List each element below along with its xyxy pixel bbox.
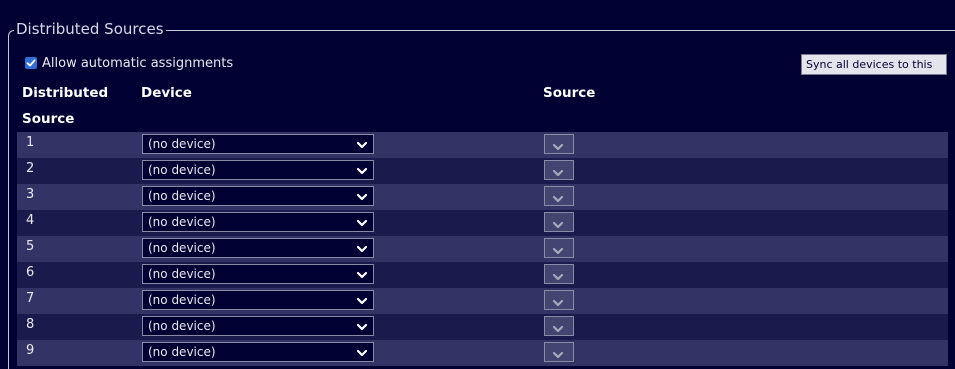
chevron-down-icon: [356, 271, 368, 279]
chevron-down-icon: [356, 193, 368, 201]
device-select[interactable]: (no device): [142, 290, 374, 310]
device-select[interactable]: (no device): [142, 342, 374, 362]
source-select[interactable]: [544, 212, 574, 232]
chevron-down-icon: [356, 138, 368, 156]
device-select[interactable]: (no device): [142, 134, 374, 154]
sync-all-devices-button[interactable]: Sync all devices to this: [801, 54, 947, 75]
device-select-value: (no device): [148, 319, 216, 333]
row-number: 1: [26, 135, 35, 150]
device-select-value: (no device): [148, 137, 216, 151]
chevron-down-icon: [356, 164, 368, 182]
source-select[interactable]: [544, 316, 574, 336]
header-source: Source: [543, 85, 596, 101]
chevron-down-icon: [552, 221, 564, 229]
device-select-value: (no device): [148, 293, 216, 307]
chevron-down-icon: [552, 242, 564, 261]
device-select[interactable]: (no device): [142, 212, 374, 232]
table-row: 6 (no device): [17, 262, 948, 288]
chevron-down-icon: [356, 167, 368, 175]
checkmark-icon: [26, 59, 36, 67]
fieldset-legend: Distributed Sources: [14, 20, 166, 38]
chevron-down-icon: [356, 219, 368, 227]
row-number: 6: [26, 265, 35, 280]
row-number: 4: [26, 213, 35, 228]
source-select[interactable]: [544, 186, 574, 206]
chevron-down-icon: [552, 325, 564, 333]
chevron-down-icon: [552, 247, 564, 255]
row-number: 5: [26, 239, 35, 254]
row-number: 2: [26, 161, 35, 176]
chevron-down-icon: [356, 245, 368, 253]
chevron-down-icon: [552, 164, 564, 183]
table-row: 2 (no device): [17, 158, 948, 184]
device-select-value: (no device): [148, 215, 216, 229]
device-select-value: (no device): [148, 267, 216, 281]
chevron-down-icon: [356, 141, 368, 149]
chevron-down-icon: [552, 299, 564, 307]
chevron-down-icon: [552, 346, 564, 365]
chevron-down-icon: [356, 346, 368, 364]
chevron-down-icon: [356, 349, 368, 357]
chevron-down-icon: [552, 169, 564, 177]
chevron-down-icon: [552, 190, 564, 209]
source-select[interactable]: [544, 342, 574, 362]
chevron-down-icon: [356, 297, 368, 305]
allow-automatic-assignments-row[interactable]: Allow automatic assignments: [25, 55, 233, 71]
source-select[interactable]: [544, 238, 574, 258]
chevron-down-icon: [552, 268, 564, 287]
device-select-value: (no device): [148, 345, 216, 359]
chevron-down-icon: [552, 216, 564, 235]
chevron-down-icon: [356, 242, 368, 260]
allow-automatic-assignments-checkbox[interactable]: [25, 57, 37, 69]
source-select[interactable]: [544, 264, 574, 284]
chevron-down-icon: [552, 294, 564, 313]
table-row: 1 (no device): [17, 132, 948, 158]
table-row: 5 (no device): [17, 236, 948, 262]
distributed-sources-table: 1 (no device) 2 (no device) 3 (no device) 4 (no…: [17, 132, 948, 366]
chevron-down-icon: [552, 138, 564, 157]
device-select[interactable]: (no device): [142, 238, 374, 258]
chevron-down-icon: [356, 294, 368, 312]
header-distributed-source-label: Distributed Source: [22, 85, 109, 127]
chevron-down-icon: [356, 268, 368, 286]
chevron-down-icon: [552, 351, 564, 359]
row-number: 8: [26, 317, 35, 332]
device-select-value: (no device): [148, 163, 216, 177]
source-select[interactable]: [544, 290, 574, 310]
table-row: 7 (no device): [17, 288, 948, 314]
table-row: 9 (no device): [17, 340, 948, 366]
device-select[interactable]: (no device): [142, 160, 374, 180]
allow-automatic-assignments-label: Allow automatic assignments: [42, 55, 234, 71]
row-number: 3: [26, 187, 35, 202]
chevron-down-icon: [356, 216, 368, 234]
chevron-down-icon: [356, 190, 368, 208]
row-number: 9: [26, 343, 35, 358]
chevron-down-icon: [552, 143, 564, 151]
device-select-value: (no device): [148, 241, 216, 255]
header-distributed-source: Distributed Source: [22, 80, 122, 132]
table-row: 8 (no device): [17, 314, 948, 340]
chevron-down-icon: [356, 320, 368, 338]
device-select[interactable]: (no device): [142, 186, 374, 206]
row-number: 7: [26, 291, 35, 306]
chevron-down-icon: [552, 195, 564, 203]
source-select[interactable]: [544, 160, 574, 180]
source-select[interactable]: [544, 134, 574, 154]
device-select[interactable]: (no device): [142, 264, 374, 284]
chevron-down-icon: [552, 273, 564, 281]
header-device: Device: [141, 85, 192, 101]
table-row: 4 (no device): [17, 210, 948, 236]
device-select-value: (no device): [148, 189, 216, 203]
device-select[interactable]: (no device): [142, 316, 374, 336]
chevron-down-icon: [356, 323, 368, 331]
table-row: 3 (no device): [17, 184, 948, 210]
chevron-down-icon: [552, 320, 564, 339]
